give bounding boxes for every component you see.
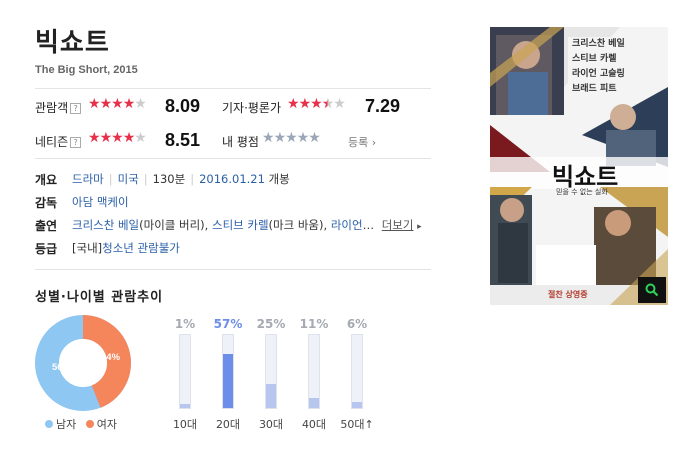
grade-values: [국내]청소년 관람불가 [72, 241, 180, 255]
star-icon: ★ [88, 130, 101, 146]
director-link[interactable]: 아담 맥케이 [72, 194, 129, 210]
star-icon: ★ [99, 130, 113, 146]
star-icon[interactable]: ★ [262, 130, 275, 146]
cast-list: 크리스찬 베일(마이클 버리), 스티브 카렐(마크 바움), 라이언… 더보기… [72, 218, 422, 232]
help-icon[interactable]: ? [70, 137, 82, 148]
netizen-stars: ★★★★★ [88, 130, 147, 146]
runtime: 130분 [152, 172, 186, 186]
star-icon[interactable]: ★ [297, 130, 310, 146]
star-icon: ★ [310, 96, 323, 112]
cast-link[interactable]: 크리스찬 베일 [72, 218, 139, 232]
male-percent-label: 56% [52, 362, 72, 373]
star-icon: ★ [298, 96, 312, 112]
age-bar-track [222, 334, 234, 409]
country-link[interactable]: 미국 [118, 172, 139, 186]
critic-stars: ★★★★★ [287, 96, 346, 112]
star-icon: ★ [99, 96, 113, 112]
star-icon: ★ [111, 130, 124, 146]
age-group-label: 20대 [215, 418, 241, 431]
star-icon: ★ [321, 96, 335, 112]
age-percent-label: 11% [299, 317, 329, 331]
female-dot-icon [85, 420, 94, 428]
magnifier-icon [645, 283, 659, 297]
age-bar [309, 397, 319, 408]
age-group-label: 40대 [301, 418, 327, 431]
legend-item-female: 여자 [85, 418, 117, 431]
star-icon: ★ [88, 96, 101, 112]
star-icon: ★ [134, 96, 147, 112]
more-link[interactable]: 더보기 ▸ [382, 218, 422, 232]
release-date-link[interactable]: 2016.01.21 [199, 172, 265, 186]
star-icon: ★ [287, 96, 300, 112]
gender-age-stats-title: 성별·나이별 관람추이 [35, 290, 164, 305]
age-bar [180, 404, 190, 408]
age-percent-label: 6% [346, 317, 368, 331]
audience-rating-label: 관람객? [35, 99, 82, 116]
star-icon: ★ [333, 96, 346, 112]
age-bar-track [351, 334, 363, 409]
grade-label: 등급 [35, 242, 58, 256]
netizen-rating-label: 네티즌? [35, 133, 82, 150]
star-icon[interactable]: ★ [285, 130, 298, 146]
cast-label: 출연 [35, 219, 58, 233]
poster-release-text: 절찬 상영중 [548, 290, 588, 299]
age-group-label: 50대↑ [340, 418, 374, 431]
divider [35, 269, 431, 270]
legend-item-male: 남자 [45, 418, 76, 431]
star-icon[interactable]: ★ [274, 130, 287, 146]
star-icon[interactable]: ★ [308, 130, 321, 146]
star-icon: ★ [111, 96, 124, 112]
audience-stars: ★★★★★ [88, 96, 147, 112]
age-percent-label: 1% [174, 317, 196, 331]
director-label: 감독 [35, 196, 58, 210]
star-icon: ★ [122, 96, 136, 112]
register-rating-link[interactable]: 등록 › [348, 134, 376, 150]
help-icon[interactable]: ? [70, 103, 82, 114]
movie-title: 빅쇼트 [35, 28, 110, 58]
chevron-right-icon: › [371, 136, 377, 149]
divider [35, 158, 431, 159]
age-group-label: 10대 [172, 418, 198, 431]
cast-link[interactable]: 스티브 카렐 [212, 218, 269, 232]
gender-legend: 남자 여자 [45, 416, 117, 432]
star-icon: ★ [134, 130, 147, 146]
critic-score: 7.29 [365, 96, 401, 116]
age-bar [352, 402, 362, 408]
age-bar-track [179, 334, 191, 409]
overview-label: 개요 [35, 173, 58, 187]
age-percent-label: 25% [256, 317, 286, 331]
movie-subtitle: The Big Short, 2015 [35, 64, 138, 76]
age-bar-track [265, 334, 277, 409]
my-rating-label: 내 평점 [222, 135, 259, 149]
female-percent-label: 44% [101, 352, 121, 363]
age-bar-track [308, 334, 320, 409]
grade-link[interactable]: 청소년 관람불가 [102, 241, 180, 255]
poster-zoom-button[interactable] [638, 277, 666, 303]
age-group-label: 30대 [258, 418, 284, 431]
gender-donut-chart: 56% 44% [35, 315, 131, 411]
critic-rating-label: 기자·평론가 [222, 101, 282, 115]
divider [35, 88, 431, 89]
caret-right-icon: ▸ [417, 222, 422, 232]
release-suffix: 개봉 [268, 172, 290, 186]
overview-values: 드라마 | 미국 | 130분 | 2016.01.21 개봉 [72, 172, 290, 186]
my-rating-stars[interactable]: ★★★★★ [262, 130, 321, 146]
movie-poster[interactable]: 크리스찬 베일 스티브 카렐 라이언 고슬링 브래드 피트 빅쇼트 믿을 수 없… [490, 27, 668, 305]
poster-tagline: 믿을 수 없는 실화 [556, 188, 608, 196]
male-dot-icon [45, 420, 53, 428]
audience-score: 8.09 [165, 96, 201, 116]
age-bar [223, 353, 233, 408]
age-percent-label: 57% [213, 317, 243, 331]
poster-credits: 크리스찬 베일 스티브 카렐 라이언 고슬링 브래드 피트 [572, 39, 625, 94]
star-icon: ★ [122, 130, 136, 146]
netizen-score: 8.51 [165, 130, 201, 150]
cast-link[interactable]: 라이언 [331, 218, 363, 232]
genre-link[interactable]: 드라마 [72, 172, 104, 186]
age-bar [266, 384, 276, 408]
